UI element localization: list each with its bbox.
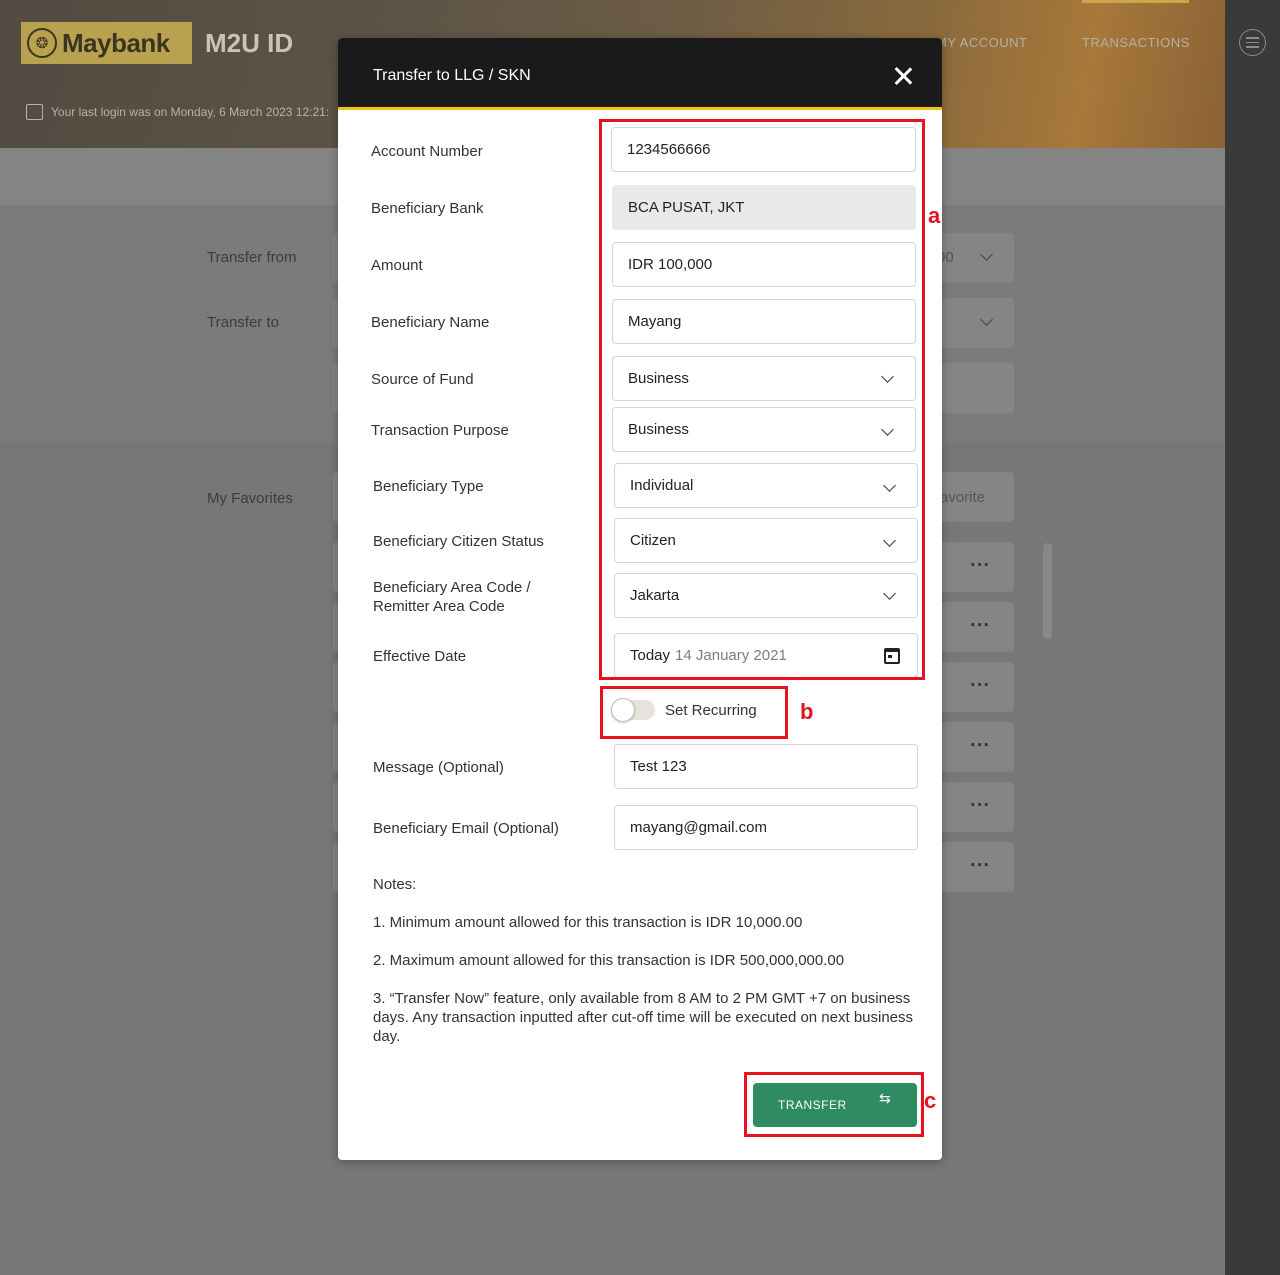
annotation-box-a xyxy=(599,119,925,680)
amount-label: Amount xyxy=(371,257,423,274)
last-login-text: Your last login was on Monday, 6 March 2… xyxy=(51,105,330,119)
annotation-label-b: b xyxy=(800,699,814,724)
beneficiary-type-label: Beneficiary Type xyxy=(373,478,484,495)
more-options-icon[interactable]: ··· xyxy=(970,856,990,874)
note-item: 2. Maximum amount allowed for this trans… xyxy=(373,952,845,969)
more-options-icon[interactable]: ··· xyxy=(970,736,990,754)
citizen-status-label: Beneficiary Citizen Status xyxy=(373,533,544,550)
annotation-box-c xyxy=(744,1072,924,1137)
maybank-logo[interactable]: ❂ Maybank xyxy=(21,22,192,64)
more-options-icon[interactable]: ··· xyxy=(970,796,990,814)
source-of-fund-label: Source of Fund xyxy=(371,371,474,388)
email-value: mayang@gmail.com xyxy=(630,819,767,836)
transfer-to-label: Transfer to xyxy=(207,314,279,331)
modal-title: Transfer to LLG / SKN xyxy=(373,67,531,84)
brand-name: Maybank xyxy=(62,27,170,58)
more-options-icon[interactable]: ··· xyxy=(970,616,990,634)
annotation-label-c: c xyxy=(924,1088,937,1113)
last-login-info: Your last login was on Monday, 6 March 2… xyxy=(26,104,329,120)
effective-date-label: Effective Date xyxy=(373,648,467,665)
chevron-down-icon xyxy=(980,248,993,261)
chevron-down-icon xyxy=(980,313,993,326)
annotation-box-b xyxy=(600,686,788,739)
product-name: M2U ID xyxy=(205,28,294,58)
transfer-from-label: Transfer from xyxy=(207,249,297,266)
add-favorite-button[interactable]: avorite xyxy=(940,489,985,506)
more-options-icon[interactable]: ··· xyxy=(970,676,990,694)
message-label: Message (Optional) xyxy=(373,759,504,776)
beneficiary-bank-label: Beneficiary Bank xyxy=(371,200,484,217)
favorites-scrollbar[interactable] xyxy=(1043,543,1052,639)
email-input[interactable]: mayang@gmail.com xyxy=(614,805,918,850)
message-value: Test 123 xyxy=(630,758,687,775)
transaction-purpose-label: Transaction Purpose xyxy=(371,422,509,439)
annotation-label-a: a xyxy=(928,203,941,228)
my-favorites-label: My Favorites xyxy=(207,490,293,507)
note-item: 3. “Transfer Now” feature, only availabl… xyxy=(373,990,914,1045)
close-icon[interactable] xyxy=(893,66,913,86)
beneficiary-name-label: Beneficiary Name xyxy=(371,314,490,331)
notes-heading: Notes: xyxy=(373,876,417,893)
right-rail xyxy=(1225,0,1280,1275)
tiger-logo-icon: ❂ xyxy=(27,28,57,58)
calendar-clock-icon xyxy=(26,104,43,120)
active-nav-indicator xyxy=(1082,0,1189,3)
nav-transactions[interactable]: TRANSACTIONS xyxy=(1082,35,1190,50)
modal-header: Transfer to LLG / SKN xyxy=(338,38,942,110)
email-label: Beneficiary Email (Optional) xyxy=(373,820,559,837)
hamburger-menu-icon[interactable] xyxy=(1239,29,1266,56)
area-code-label-line1: Beneficiary Area Code / xyxy=(373,579,531,596)
account-number-label: Account Number xyxy=(371,143,483,160)
nav-my-account[interactable]: MY ACCOUNT xyxy=(936,35,1027,50)
area-code-label-line2: Remitter Area Code xyxy=(373,598,505,615)
note-item: 1. Minimum amount allowed for this trans… xyxy=(373,914,803,931)
more-options-icon[interactable]: ··· xyxy=(970,556,990,574)
message-input[interactable]: Test 123 xyxy=(614,744,918,789)
